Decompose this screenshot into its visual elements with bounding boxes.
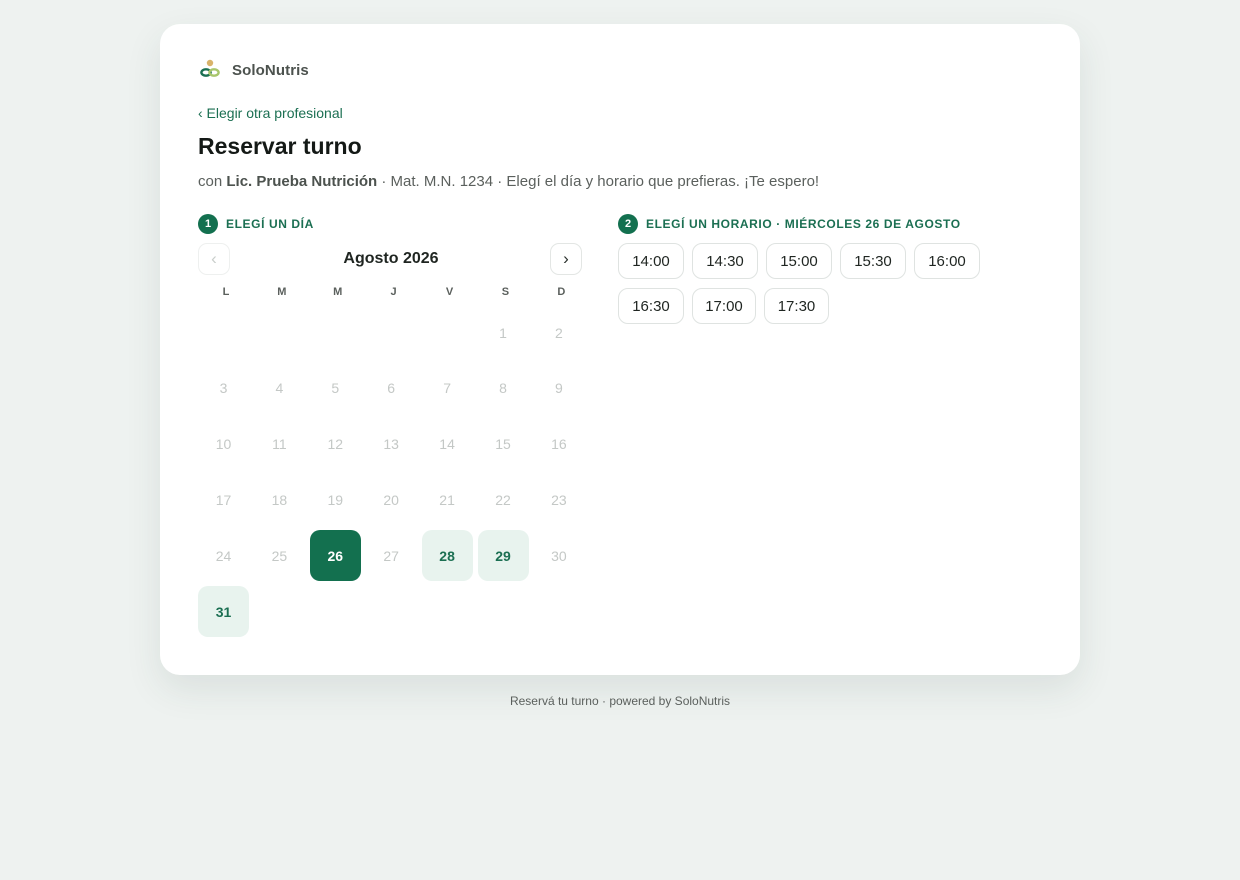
calendar-day-30: 30	[551, 547, 567, 564]
calendar-day-11: 11	[272, 436, 287, 453]
calendar-day-12: 12	[327, 436, 344, 453]
time-slot-button[interactable]: 16:30	[618, 288, 684, 324]
brand: SoloNutris	[198, 58, 309, 82]
calendar-day-13: 13	[383, 436, 399, 453]
step-choose-day-header: 1 ELEGÍ UN DÍA	[198, 214, 314, 234]
calendar-day-8: 8	[499, 380, 507, 397]
calendar-day-15: 15	[495, 436, 511, 453]
weekday-label: S	[501, 286, 510, 298]
time-slot-button[interactable]: 14:00	[618, 243, 684, 279]
calendar-day-10: 10	[215, 436, 232, 453]
calendar-day-23: 23	[551, 491, 567, 508]
next-month-button[interactable]: ›	[550, 243, 582, 275]
calendar-day-17: 17	[215, 491, 232, 508]
time-slot-button[interactable]: 17:00	[692, 288, 756, 324]
calendar-day-22: 22	[495, 491, 511, 508]
chevron-left-icon: ‹	[211, 249, 217, 268]
calendar-day-6: 6	[387, 380, 396, 397]
calendar-day-2: 2	[554, 324, 563, 341]
step-label: ELEGÍ UN DÍA	[226, 217, 314, 231]
calendar-day-14: 14	[439, 436, 455, 453]
time-slot-button[interactable]: 16:00	[914, 243, 980, 279]
previous-month-button[interactable]: ‹	[198, 243, 230, 275]
chevron-right-icon: ›	[563, 249, 569, 268]
subtitle-suffix: · Mat. M.N. 1234 · Elegí el día y horari…	[377, 173, 820, 190]
weekday-label: M	[277, 286, 287, 298]
choose-another-professional-link[interactable]: ‹ Elegir otra profesional	[198, 105, 343, 121]
booking-card: SoloNutris ‹ Elegir otra profesional Res…	[160, 24, 1080, 675]
step-label: ELEGÍ UN HORARIO · MIÉRCOLES 26 DE AGOST…	[646, 217, 961, 231]
time-slot-button[interactable]: 15:30	[840, 243, 906, 279]
solonutris-logo-icon	[198, 58, 224, 82]
calendar-day-26[interactable]: 26	[309, 530, 361, 582]
professional-name: Lic. Prueba Nutrición	[226, 173, 378, 190]
calendar-day-20: 20	[383, 491, 399, 508]
calendar-day-16: 16	[551, 436, 567, 453]
page-subtitle: con Lic. Prueba Nutrición · Mat. M.N. 12…	[198, 173, 819, 190]
subtitle-prefix: con	[198, 173, 227, 190]
calendar-day-1: 1	[499, 324, 507, 341]
calendar-month-label: Agosto 2026	[343, 250, 439, 267]
calendar-day-27: 27	[383, 547, 399, 564]
time-slot-button[interactable]: 15:00	[766, 243, 832, 279]
calendar-day-25: 25	[271, 547, 288, 564]
brand-name: SoloNutris	[232, 61, 309, 79]
step-number-badge: 1	[198, 214, 218, 234]
weekday-label: M	[333, 286, 343, 298]
step-choose-time-header: 2 ELEGÍ UN HORARIO · MIÉRCOLES 26 DE AGO…	[618, 214, 961, 234]
weekday-label: D	[557, 286, 566, 298]
time-slot-button[interactable]: 17:30	[764, 288, 829, 324]
calendar-day-18: 18	[271, 491, 288, 508]
calendar-day-19: 19	[327, 491, 344, 508]
calendar-day-5: 5	[331, 380, 340, 397]
page-footer: Reservá tu turno · powered by SoloNutris	[509, 694, 731, 708]
calendar-day-3: 3	[219, 380, 228, 397]
calendar-day-31[interactable]: 31	[198, 586, 249, 637]
calendar-day-4: 4	[275, 380, 284, 397]
time-slot-button[interactable]: 14:30	[692, 243, 758, 279]
weekday-label: L	[222, 286, 230, 298]
weekday-label: J	[390, 286, 397, 298]
calendar-day-29[interactable]: 29	[477, 530, 529, 582]
calendar-day-7: 7	[443, 380, 451, 397]
weekday-label: V	[445, 286, 454, 298]
calendar-day-21: 21	[439, 491, 455, 508]
calendar-day-24: 24	[215, 547, 232, 564]
calendar-weekday-header: L M M J V S D	[198, 286, 589, 298]
page-title: Reservar turno	[198, 133, 362, 159]
calendar-day-9: 9	[554, 380, 563, 397]
step-number-badge: 2	[618, 214, 638, 234]
calendar-day-28[interactable]: 28	[421, 530, 473, 582]
